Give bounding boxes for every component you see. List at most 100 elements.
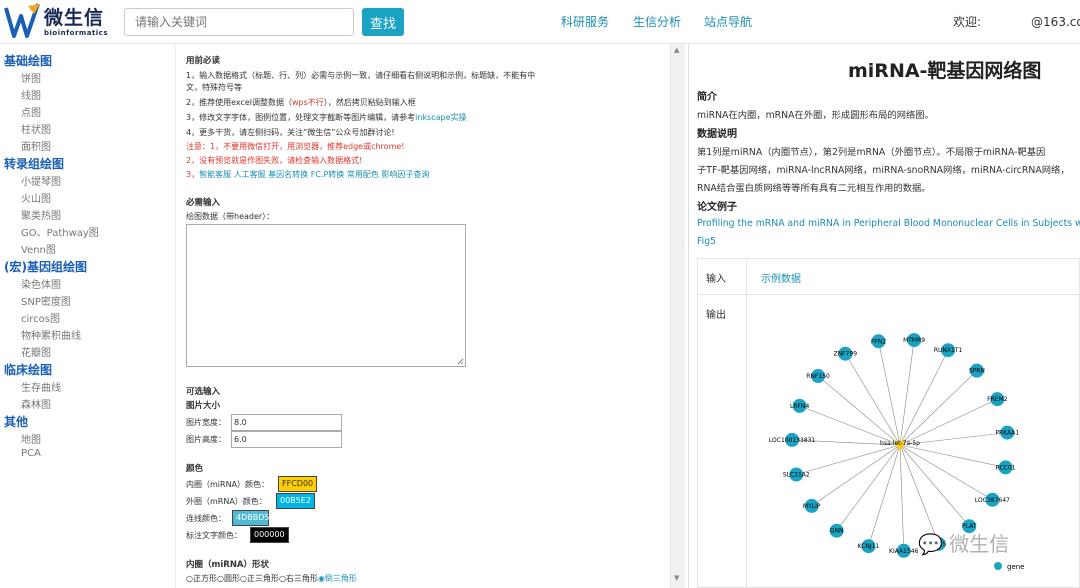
page-title: miRNA-靶基因网络图 xyxy=(848,60,1042,82)
sidebar-item-2-3[interactable]: 物种累积曲线 xyxy=(21,327,81,342)
sidebar-item-0-3[interactable]: 柱状图 xyxy=(21,121,51,136)
input-label: 输入 xyxy=(706,274,726,285)
data-line-1: 第1列是miRNA（内圈节点），第2列是mRNA（外圈节点）。不局限于miRNA… xyxy=(697,147,1046,158)
top-navbar: 微生信 bioinformatics 查找 科研服务 生信分析 站点导航 欢迎:… xyxy=(0,0,1080,44)
sidebar-item-3-1[interactable]: 森林图 xyxy=(21,396,51,411)
network-node-label-14: SLC31A2 xyxy=(783,472,810,479)
warning-3: 3，智能客服 人工客服 基因名转换 FC.P转换 常用配色 影响因子查询 xyxy=(186,170,430,179)
scroll-down-icon[interactable]: ▼ xyxy=(674,574,679,582)
network-edge-11 xyxy=(868,444,901,547)
width-input[interactable]: 8.0 xyxy=(231,414,342,431)
sidebar-item-2-0[interactable]: 染色体图 xyxy=(21,276,61,291)
sidebar-item-0-2[interactable]: 点图 xyxy=(21,104,41,119)
shape-radio-1[interactable]: ○圆形 xyxy=(217,574,240,583)
sidebar-item-1-3[interactable]: GO、Pathway图 xyxy=(21,224,99,239)
notice-1b: 文，特殊符号等 xyxy=(186,83,242,92)
data-line-2: 子TF-靶基因网络，miRNA-lncRNA网络，miRNA-snoRNA网络，… xyxy=(697,165,1070,176)
search-button[interactable]: 查找 xyxy=(362,8,404,36)
sidebar-item-0-1[interactable]: 线图 xyxy=(21,87,41,102)
text-color-input[interactable]: 000000 xyxy=(250,527,289,543)
text-color-label: 标注文字颜色： xyxy=(186,531,242,540)
inner-color-input[interactable]: FFCD00 xyxy=(278,476,317,492)
sidebar-item-2-1[interactable]: SNP密度图 xyxy=(21,293,71,308)
warning-2: 2，没有预览就是作图失败，请检查输入数据格式! xyxy=(186,156,363,165)
sidebar-item-4-0[interactable]: 地图 xyxy=(21,431,41,446)
network-node-label-7: LOC387647 xyxy=(975,497,1010,504)
sidebar-group-3[interactable]: 临床绘图 xyxy=(4,361,52,378)
network-node-label-16: LRFN4 xyxy=(790,403,809,410)
sidebar-item-1-2[interactable]: 聚类热图 xyxy=(21,207,61,222)
network-edge-3 xyxy=(899,370,978,446)
search-input[interactable] xyxy=(124,8,354,36)
watermark: 💬 微生信 xyxy=(918,532,1010,556)
sidebar-item-0-0[interactable]: 饼图 xyxy=(21,70,41,85)
network-node-label-0: PFN2 xyxy=(871,338,887,345)
quick-links[interactable]: 智能客服 人工客服 基因名转换 FC.P转换 常用配色 影响因子查询 xyxy=(199,170,429,179)
shape-radio-4[interactable]: ◉倒三角形 xyxy=(318,574,357,583)
intro-text: miRNA在内圈，mRNA在外圈，形成圆形布局的网络图。 xyxy=(697,110,934,121)
sidebar-group-4[interactable]: 其他 xyxy=(4,413,28,430)
logo-text: 微生信 xyxy=(44,7,105,29)
notice-3: 3，修改文字字体，图例位置，处理文字截断等图片编辑，请参考inkscape实操 xyxy=(186,113,467,122)
network-edge-7 xyxy=(899,444,993,501)
sidebar-group-0[interactable]: 基础绘图 xyxy=(4,52,52,69)
paper-fig-link[interactable]: Fig5 xyxy=(697,236,716,247)
sidebar: 基础绘图 饼图线图点图柱状图面积图转录组绘图 小提琴图火山图聚类热图 GO、Pathw… xyxy=(0,44,175,588)
example-data-link[interactable]: 示例数据 xyxy=(761,270,801,285)
network-node-label-2: RUNX1T1 xyxy=(934,347,963,354)
network-node-label-6: RCC01 xyxy=(996,464,1016,471)
network-node-label-3: SPRN xyxy=(969,368,985,375)
site-logo[interactable]: 微生信 bioinformatics xyxy=(4,2,114,40)
line-color-input[interactable]: 4DBBD5 xyxy=(232,510,269,526)
shape-radio-0[interactable]: ○正方形 xyxy=(186,574,217,583)
sidebar-item-1-0[interactable]: 小提琴图 xyxy=(21,173,61,188)
warning-1: 注意：1，不要用微信打开，用浏览器，推荐edge或chrome! xyxy=(186,142,405,151)
outer-color-input[interactable]: 00B5E2 xyxy=(276,493,315,509)
nav-research-services[interactable]: 科研服务 xyxy=(561,13,609,30)
sidebar-item-2-4[interactable]: 花瓣图 xyxy=(21,344,51,359)
network-edge-2 xyxy=(899,350,949,446)
sidebar-item-0-4[interactable]: 面积图 xyxy=(21,138,51,153)
notice-4: 4，更多干货，请左侧扫码，关注“微生信”公众号加群讨论! xyxy=(186,128,395,137)
network-node-label-12: GNN xyxy=(830,528,844,535)
sidebar-item-4-1[interactable]: PCA xyxy=(21,448,41,459)
network-node-label-11: KCNJ11 xyxy=(858,543,880,550)
network-node-label-1: MTMR9 xyxy=(903,337,925,344)
network-node-label-10: KIAA1546 xyxy=(889,548,919,555)
data-textarea[interactable] xyxy=(186,224,466,367)
sidebar-group-1[interactable]: 转录组绘图 xyxy=(4,155,64,172)
network-edge-10 xyxy=(899,444,905,551)
logo-subtitle: bioinformatics xyxy=(44,29,108,37)
nav-bioinfo-analysis[interactable]: 生信分析 xyxy=(633,13,681,30)
welcome-user[interactable]: 欢迎:@163.com, xyxy=(953,13,1080,30)
nav-site-navigation[interactable]: 站点导航 xyxy=(704,13,752,30)
height-label: 图片高度： xyxy=(186,435,226,444)
network-edge-4 xyxy=(899,398,998,446)
paper-link[interactable]: Profiling the mRNA and miRNA in Peripher… xyxy=(697,218,1080,229)
network-edge-18 xyxy=(845,353,901,446)
sidebar-group-2[interactable]: (宏)基因组绘图 xyxy=(4,258,87,275)
io-row-divider xyxy=(697,294,1080,295)
sidebar-item-2-2[interactable]: circos图 xyxy=(21,310,60,325)
network-edge-8 xyxy=(899,444,970,527)
shape-radio-3[interactable]: ○右三角形 xyxy=(279,574,318,583)
legend-gene-label: gene xyxy=(1007,563,1025,571)
color-title: 颜色 xyxy=(186,464,204,474)
data-label: 绘图数据（带header）： xyxy=(186,212,275,221)
sidebar-item-1-1[interactable]: 火山图 xyxy=(21,190,51,205)
network-edge-6 xyxy=(899,444,1006,468)
inkscape-link[interactable]: inkscape实操 xyxy=(415,113,466,122)
line-color-label: 连线颜色： xyxy=(186,514,226,523)
intro-heading: 简介 xyxy=(697,92,717,103)
resize-handle-icon[interactable] xyxy=(457,358,464,365)
network-node-label-18: ZNF799 xyxy=(834,351,858,358)
network-node-label-17: RNF150 xyxy=(806,373,830,380)
paper-heading: 论文例子 xyxy=(697,202,737,213)
height-input[interactable]: 6.0 xyxy=(231,431,342,448)
scroll-up-icon[interactable]: ▲ xyxy=(674,46,679,54)
shape-radio-2[interactable]: ○正三角形 xyxy=(240,574,279,583)
form-scrollbar[interactable]: ▲ ▼ xyxy=(670,44,685,588)
sidebar-item-1-4[interactable]: Venn图 xyxy=(21,241,56,256)
sidebar-item-3-0[interactable]: 生存曲线 xyxy=(21,379,61,394)
network-node-label-4: FREM2 xyxy=(987,396,1008,403)
